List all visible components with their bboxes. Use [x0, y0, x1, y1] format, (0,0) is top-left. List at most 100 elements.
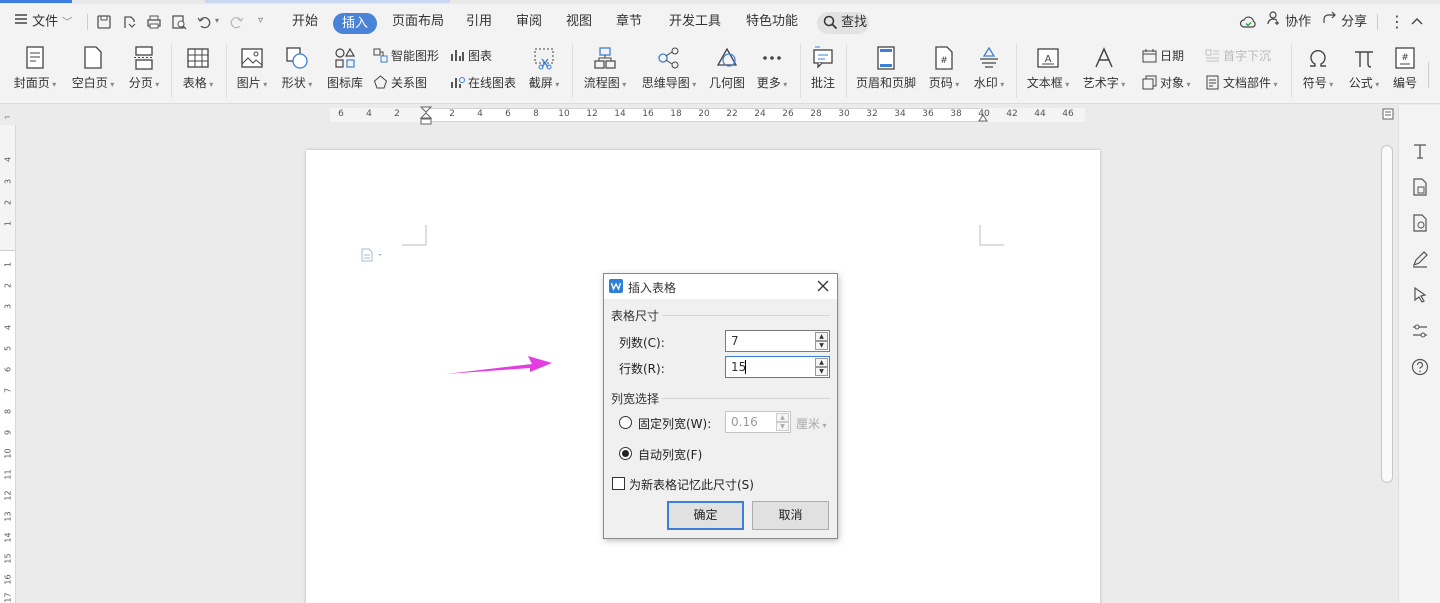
shape-button[interactable]: 形状 ▾ — [279, 46, 315, 91]
ruler-toggle-icon[interactable] — [1382, 108, 1394, 123]
print-icon[interactable] — [146, 14, 162, 30]
columns-down-icon[interactable]: ▼ — [815, 341, 828, 350]
mindmap-button[interactable]: 思维导图 ▾ — [638, 46, 700, 91]
chart-button[interactable]: 图表 — [450, 47, 492, 64]
object-button[interactable]: 对象 ▾ — [1142, 74, 1191, 91]
rows-down-icon[interactable]: ▼ — [815, 367, 828, 376]
cancel-button[interactable]: 取消 — [752, 501, 829, 530]
menu-bar: 文件 ﹀ ▾ ▿ 开始 插入 页面布局 引用 审阅 视图 章节 开发工具 特色功… — [0, 4, 1440, 40]
ruler-tick: 15 — [3, 553, 13, 564]
screenshot-button[interactable]: 截屏 ▾ — [524, 46, 564, 91]
file-menu[interactable]: 文件 ﹀ — [14, 4, 72, 40]
horizontal-ruler[interactable]: ⌐ 6 4 2 2 4 6 8 10 12 14 16 18 20 22 24 … — [0, 105, 1398, 125]
search-button[interactable]: 查找 — [817, 12, 869, 34]
geometry-button[interactable]: 几何图 — [707, 46, 747, 91]
help-icon[interactable] — [1411, 358, 1429, 379]
tab-page-layout[interactable]: 页面布局 — [392, 4, 444, 40]
tab-section[interactable]: 章节 — [616, 4, 642, 40]
ok-button[interactable]: 确定 — [667, 501, 744, 530]
ruler-tick: 2 — [394, 109, 400, 119]
close-icon[interactable] — [816, 279, 830, 296]
tab-stop-selector[interactable]: ⌐ — [4, 113, 11, 122]
collapse-ribbon-icon[interactable] — [1410, 14, 1424, 31]
symbol-label: 符号 — [1302, 76, 1327, 90]
comment-button[interactable]: 批注 — [806, 46, 840, 91]
picture-button[interactable]: 图片 ▾ — [234, 46, 270, 91]
smart-art-button[interactable]: 智能图形 — [373, 47, 439, 64]
table-button[interactable]: 表格 ▾ — [178, 46, 218, 91]
share-button[interactable]: 分享 — [1322, 4, 1367, 40]
columns-spinner[interactable]: 7 ▲ ▼ — [725, 330, 830, 352]
auto-width-radio[interactable] — [619, 447, 632, 460]
unit-label: 厘米 — [796, 417, 821, 431]
textbox-icon: A — [1024, 46, 1072, 70]
tab-insert[interactable]: 插入 — [333, 13, 378, 34]
flowchart-button[interactable]: 流程图 ▾ — [580, 46, 630, 91]
rows-label: 行数(R): — [619, 362, 665, 376]
undo-icon[interactable] — [196, 14, 212, 30]
cover-page-button[interactable]: 封面页 ▾ — [10, 46, 60, 91]
date-button[interactable]: 日期 — [1142, 47, 1184, 64]
print-preview-icon[interactable] — [171, 14, 187, 30]
document-format-icon[interactable] — [1411, 178, 1429, 199]
header-footer-button[interactable]: 页眉和页脚 — [854, 46, 918, 91]
wordart-button[interactable]: 艺术字 ▾ — [1080, 46, 1128, 91]
textbox-button[interactable]: A 文本框 ▾ — [1024, 46, 1072, 91]
tab-developer[interactable]: 开发工具 — [669, 4, 721, 40]
collaborate-button[interactable]: 协作 — [1267, 4, 1311, 40]
rows-up-icon[interactable]: ▲ — [815, 358, 828, 367]
doc-parts-button[interactable]: 文档部件 ▾ — [1205, 74, 1278, 91]
numbering-button[interactable]: # 编号 — [1390, 46, 1420, 91]
export-pdf-icon[interactable] — [121, 14, 137, 30]
ruler-tick: 42 — [1006, 109, 1018, 119]
tab-special-features[interactable]: 特色功能 — [746, 4, 798, 40]
geometry-label: 几何图 — [708, 76, 745, 90]
remember-size-checkbox[interactable] — [612, 477, 625, 490]
symbol-button[interactable]: 符号 ▾ — [1298, 46, 1338, 91]
pen-icon[interactable] — [1411, 250, 1429, 271]
scrollbar-thumb[interactable] — [1381, 145, 1393, 483]
more-button[interactable]: 更多 ▾ — [754, 46, 790, 91]
tab-references[interactable]: 引用 — [466, 4, 492, 40]
page-break-button[interactable]: 分页 ▾ — [124, 46, 164, 91]
online-chart-button[interactable]: 在线图表 — [450, 74, 516, 91]
formula-button[interactable]: 公式 ▾ — [1344, 46, 1384, 91]
search-icon — [823, 15, 838, 38]
pi-icon — [1344, 46, 1384, 70]
paragraph-options-icon[interactable] — [360, 248, 386, 265]
vertical-ruler[interactable]: 4 3 2 1 1 2 3 4 5 6 7 8 9 10 11 12 13 14… — [0, 125, 16, 603]
ruler-tick: 46 — [1062, 109, 1074, 119]
ruler-tick: 8 — [3, 408, 13, 415]
ruler-tick: 12 — [3, 490, 13, 501]
indent-marker-icon[interactable] — [419, 106, 433, 129]
ruler-tick: 2 — [449, 109, 455, 119]
blank-page-button[interactable]: 空白页 ▾ — [68, 46, 118, 91]
vertical-scrollbar[interactable] — [1380, 125, 1394, 603]
text-style-icon[interactable] — [1411, 142, 1429, 163]
undo-dropdown-icon[interactable]: ▾ — [215, 16, 219, 25]
dialog-titlebar[interactable]: 插入表格 — [604, 274, 837, 299]
ruler-tick: 1 — [3, 261, 13, 268]
columns-label: 列数(C): — [619, 336, 665, 350]
sliders-icon[interactable] — [1411, 322, 1429, 343]
header-footer-icon — [854, 46, 918, 70]
document-settings-icon[interactable] — [1411, 214, 1429, 235]
right-indent-marker-icon[interactable] — [978, 111, 988, 125]
fixed-width-radio[interactable] — [619, 416, 632, 429]
page-number-button[interactable]: # 页码 ▾ — [924, 46, 964, 91]
customize-quick-access-icon[interactable]: ▿ — [258, 15, 263, 26]
save-icon[interactable] — [96, 14, 112, 30]
relation-chart-button[interactable]: 关系图 — [373, 74, 427, 91]
select-cursor-icon[interactable] — [1411, 286, 1429, 307]
rows-spinner[interactable]: 15 ▲ ▼ — [725, 356, 830, 378]
icon-library-button[interactable]: 图标库 — [324, 46, 366, 91]
tab-review[interactable]: 审阅 — [516, 4, 542, 40]
more-options-icon[interactable]: ⋮ — [1389, 12, 1405, 31]
auto-width-label: 自动列宽(F) — [638, 448, 703, 462]
header-footer-label: 页眉和页脚 — [855, 76, 916, 90]
tab-home[interactable]: 开始 — [292, 4, 318, 40]
columns-up-icon[interactable]: ▲ — [815, 332, 828, 341]
tab-view[interactable]: 视图 — [566, 4, 592, 40]
cloud-sync-icon[interactable] — [1239, 14, 1257, 33]
watermark-button[interactable]: 水印 ▾ — [970, 46, 1008, 91]
